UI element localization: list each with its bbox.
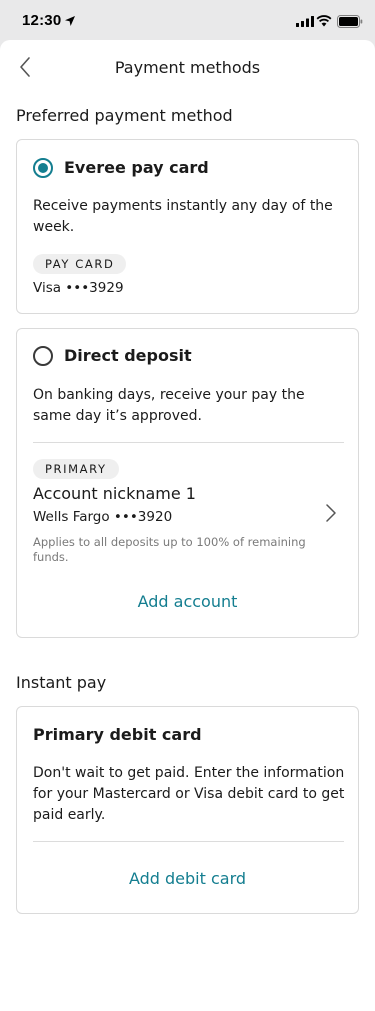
debit-card-title: Primary debit card	[33, 725, 202, 744]
chevron-right-icon[interactable]	[324, 502, 338, 524]
pay-card-option[interactable]: Everee pay card Receive payments instant…	[16, 139, 359, 314]
battery-icon	[337, 15, 363, 28]
location-arrow-icon	[65, 16, 75, 26]
direct-deposit-title: Direct deposit	[64, 346, 192, 365]
account-nickname: Account nickname 1	[33, 484, 196, 503]
pay-card-description: Receive payments instantly any day of th…	[33, 198, 333, 235]
signal-icon	[296, 16, 314, 27]
instant-pay-section-title: Instant pay	[16, 673, 107, 692]
add-account-button[interactable]: Add account	[17, 592, 358, 611]
primary-tag: PRIMARY	[33, 459, 119, 479]
add-debit-card-button[interactable]: Add debit card	[17, 869, 358, 888]
wifi-icon	[316, 15, 332, 27]
status-bar: 12:30	[0, 0, 375, 40]
account-note: Applies to all deposits up to 100% of re…	[33, 535, 306, 564]
pay-card-title: Everee pay card	[64, 158, 209, 177]
direct-deposit-option[interactable]: Direct deposit On banking days, receive …	[16, 328, 359, 638]
direct-deposit-description: On banking days, receive your pay the sa…	[33, 387, 305, 424]
direct-deposit-radio[interactable]	[33, 346, 53, 366]
page-title: Payment methods	[114, 58, 261, 77]
pay-card-radio[interactable]	[33, 158, 53, 178]
pay-card-number: Visa •••3929	[33, 280, 124, 296]
payment-methods-sheet: Payment methods Preferred payment method…	[0, 40, 375, 1011]
instant-pay-card: Primary debit card Don't wait to get pai…	[16, 706, 359, 914]
account-detail: Wells Fargo •••3920	[33, 509, 173, 525]
divider	[33, 841, 344, 842]
divider	[33, 442, 344, 443]
pay-card-tag: PAY CARD	[33, 254, 127, 274]
debit-card-description: Don't wait to get paid. Enter the inform…	[33, 765, 345, 823]
status-time: 12:30	[22, 12, 62, 29]
preferred-section-title: Preferred payment method	[16, 106, 233, 125]
